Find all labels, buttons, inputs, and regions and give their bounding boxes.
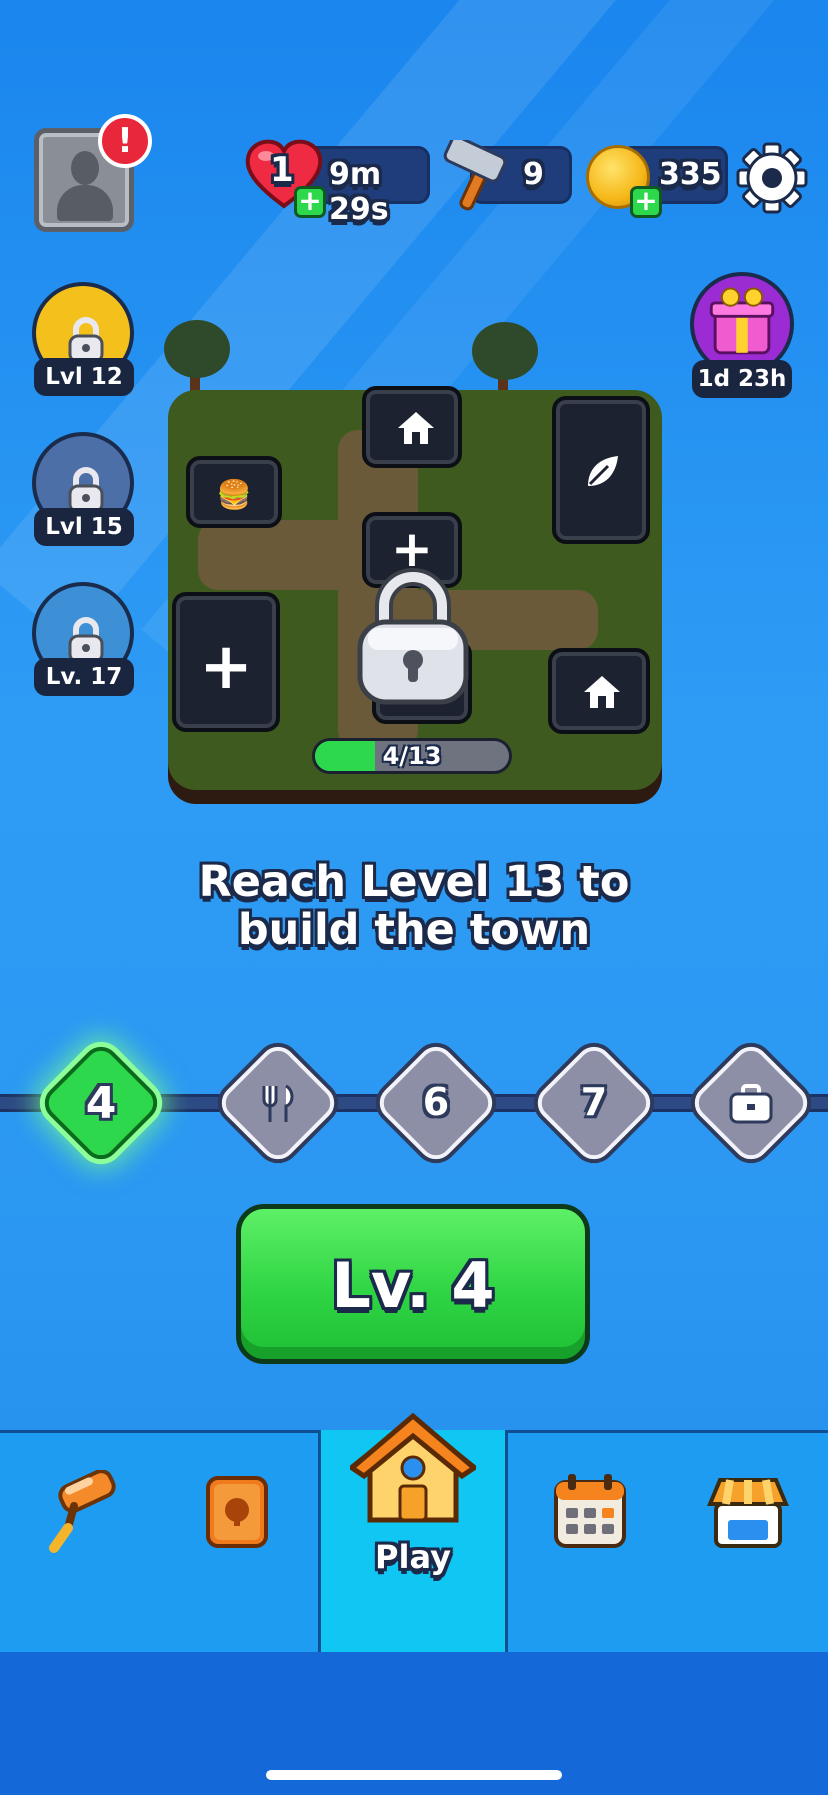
house-icon xyxy=(398,412,434,444)
nav-play-label: Play xyxy=(375,1538,451,1576)
level-node-6-label: 6 xyxy=(422,1080,450,1124)
shop-icon[interactable] xyxy=(706,1474,790,1550)
game-screen: ! 9m 29s 1 + 9 335 + Lvl 12 Lvl 15 Lv. 1… xyxy=(0,0,828,1795)
lock-icon xyxy=(68,317,104,364)
event-label-lvl12: Lvl 12 xyxy=(34,358,134,396)
tree xyxy=(472,322,538,380)
fork-knife-icon xyxy=(262,1084,294,1122)
lives-count: 1 xyxy=(270,150,294,190)
lock-icon xyxy=(68,617,104,664)
hammer-icon xyxy=(443,140,507,211)
briefcase-icon xyxy=(729,1084,773,1124)
add-coins-button[interactable]: + xyxy=(630,186,662,218)
plot-food[interactable]: 🍔 xyxy=(186,456,282,528)
plus-icon: + xyxy=(199,630,253,704)
padlock-icon xyxy=(357,568,469,705)
plot-house-top[interactable] xyxy=(362,386,462,468)
tree xyxy=(164,320,230,378)
house-icon xyxy=(584,676,620,708)
progress-text: 4/13 xyxy=(382,742,442,770)
add-lives-button[interactable]: + xyxy=(294,186,326,218)
lock-icon xyxy=(68,467,104,514)
level-node-current-label: 4 xyxy=(85,1078,117,1129)
event-label-lvl15: Lvl 15 xyxy=(34,508,134,546)
town-message: Reach Level 13 to build the town xyxy=(100,858,728,954)
home-icon[interactable] xyxy=(350,1412,476,1526)
gift-icon xyxy=(709,287,775,355)
town-progress-bar: 4/13 xyxy=(312,738,512,774)
lives-timer: 9m 29s xyxy=(329,157,389,227)
avatar-head xyxy=(71,151,99,185)
collection-book-icon[interactable] xyxy=(204,1474,270,1550)
play-level-label: Lv. 4 xyxy=(331,1249,495,1322)
plot-add-left[interactable]: + xyxy=(172,592,280,732)
message-line-1: Reach Level 13 to xyxy=(198,857,630,907)
message-line-2: build the town xyxy=(237,905,591,955)
coins-count: 335 xyxy=(659,157,722,192)
avatar-body xyxy=(57,185,113,221)
gear-icon[interactable] xyxy=(736,142,808,214)
plot-house-right[interactable] xyxy=(548,648,650,734)
hammers-count: 9 xyxy=(523,157,544,192)
play-level-button[interactable]: Lv. 4 xyxy=(236,1204,590,1364)
level-node-7-label: 7 xyxy=(580,1080,608,1124)
leaf-icon xyxy=(588,456,618,486)
plot-leaf[interactable] xyxy=(552,396,650,544)
gift-timer: 1d 23h xyxy=(692,360,792,398)
paint-roller-icon[interactable] xyxy=(40,1470,120,1554)
home-indicator[interactable] xyxy=(266,1770,562,1780)
burger-icon: 🍔 xyxy=(216,478,252,511)
alert-badge: ! xyxy=(98,114,152,168)
event-label-lv17: Lv. 17 xyxy=(34,658,134,696)
calendar-icon[interactable] xyxy=(552,1472,628,1550)
